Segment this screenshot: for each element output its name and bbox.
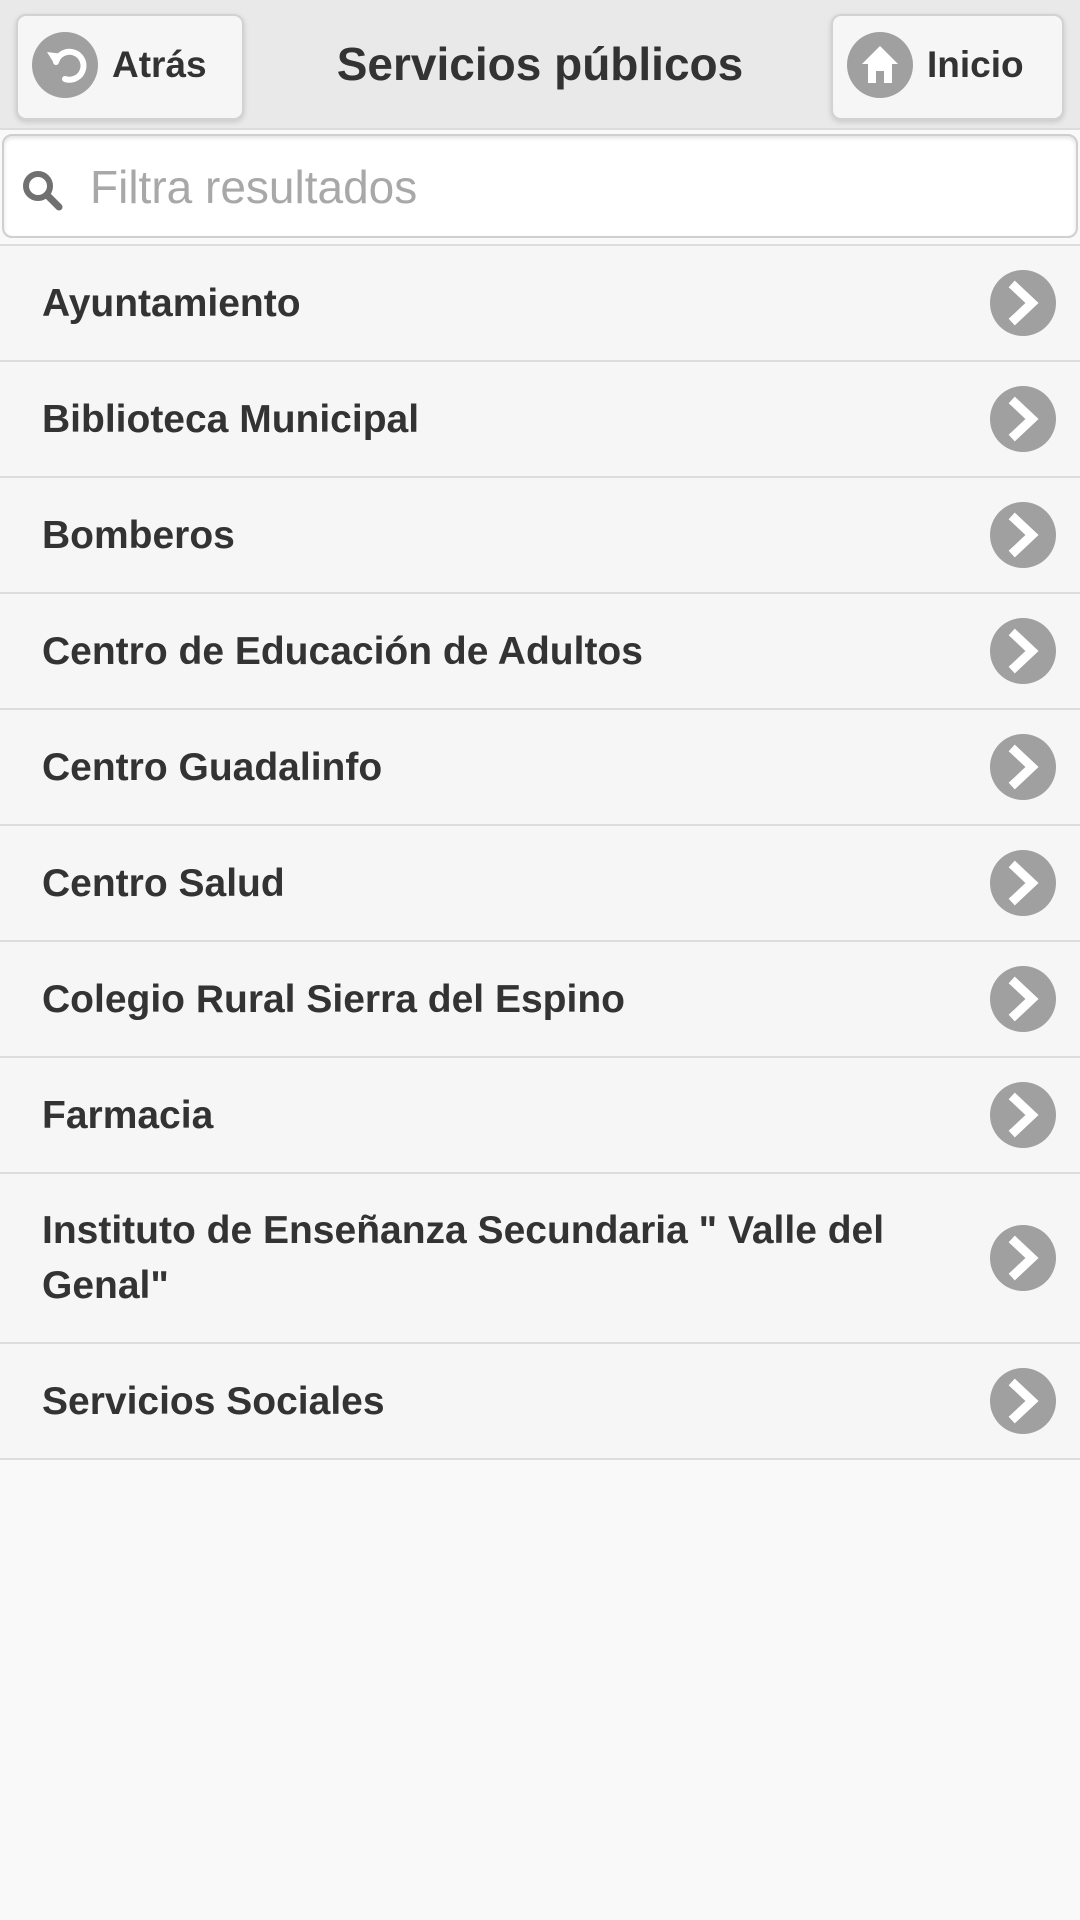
list-item-centro-salud[interactable]: Centro Salud	[0, 826, 1080, 942]
chevron-right-icon	[990, 734, 1056, 800]
chevron-right-icon	[990, 850, 1056, 916]
list-item-label: Centro Salud	[42, 861, 285, 905]
list-item-centro-guadalinfo[interactable]: Centro Guadalinfo	[0, 710, 1080, 826]
home-icon	[847, 32, 913, 98]
search-bar	[0, 130, 1080, 242]
chevron-right-icon	[990, 502, 1056, 568]
chevron-right-icon	[990, 618, 1056, 684]
chevron-right-icon	[990, 1368, 1056, 1434]
chevron-right-icon	[990, 386, 1056, 452]
chevron-right-icon	[990, 270, 1056, 336]
header-bar: Servicios públicos Atrás Inicio	[0, 0, 1080, 130]
list-item-label: Centro Guadalinfo	[42, 745, 383, 789]
back-button-label: Atrás	[112, 44, 207, 85]
list-item-ayuntamiento[interactable]: Ayuntamiento	[0, 246, 1080, 362]
search-input[interactable]	[88, 144, 1048, 230]
list-item-servicios-sociales[interactable]: Servicios Sociales	[0, 1344, 1080, 1460]
list-item-label: Instituto de Enseñanza Secundaria " Vall…	[42, 1209, 885, 1307]
services-list: Ayuntamiento Biblioteca Municipal Bomber…	[0, 244, 1080, 1460]
list-item-label: Bomberos	[42, 513, 235, 557]
list-item-label: Servicios Sociales	[42, 1379, 385, 1423]
chevron-right-icon	[990, 1082, 1056, 1148]
chevron-right-icon	[990, 966, 1056, 1032]
search-box[interactable]	[2, 134, 1078, 238]
list-item-bomberos[interactable]: Bomberos	[0, 478, 1080, 594]
list-item-label: Centro de Educación de Adultos	[42, 629, 643, 673]
back-button[interactable]: Atrás	[16, 14, 244, 120]
back-arrow-icon	[32, 32, 98, 98]
home-button-label: Inicio	[927, 44, 1024, 85]
list-item-colegio-rural[interactable]: Colegio Rural Sierra del Espino	[0, 942, 1080, 1058]
list-item-label: Farmacia	[42, 1093, 214, 1137]
list-item-biblioteca-municipal[interactable]: Biblioteca Municipal	[0, 362, 1080, 478]
list-item-farmacia[interactable]: Farmacia	[0, 1058, 1080, 1174]
list-item-centro-educacion-adultos[interactable]: Centro de Educación de Adultos	[0, 594, 1080, 710]
list-item-label: Ayuntamiento	[42, 281, 301, 325]
list-item-label: Biblioteca Municipal	[42, 397, 420, 441]
list-item-label: Colegio Rural Sierra del Espino	[42, 977, 625, 1021]
list-item-instituto[interactable]: Instituto de Enseñanza Secundaria " Vall…	[0, 1174, 1080, 1344]
search-icon	[20, 168, 64, 212]
home-button[interactable]: Inicio	[831, 14, 1064, 120]
chevron-right-icon	[990, 1225, 1056, 1291]
